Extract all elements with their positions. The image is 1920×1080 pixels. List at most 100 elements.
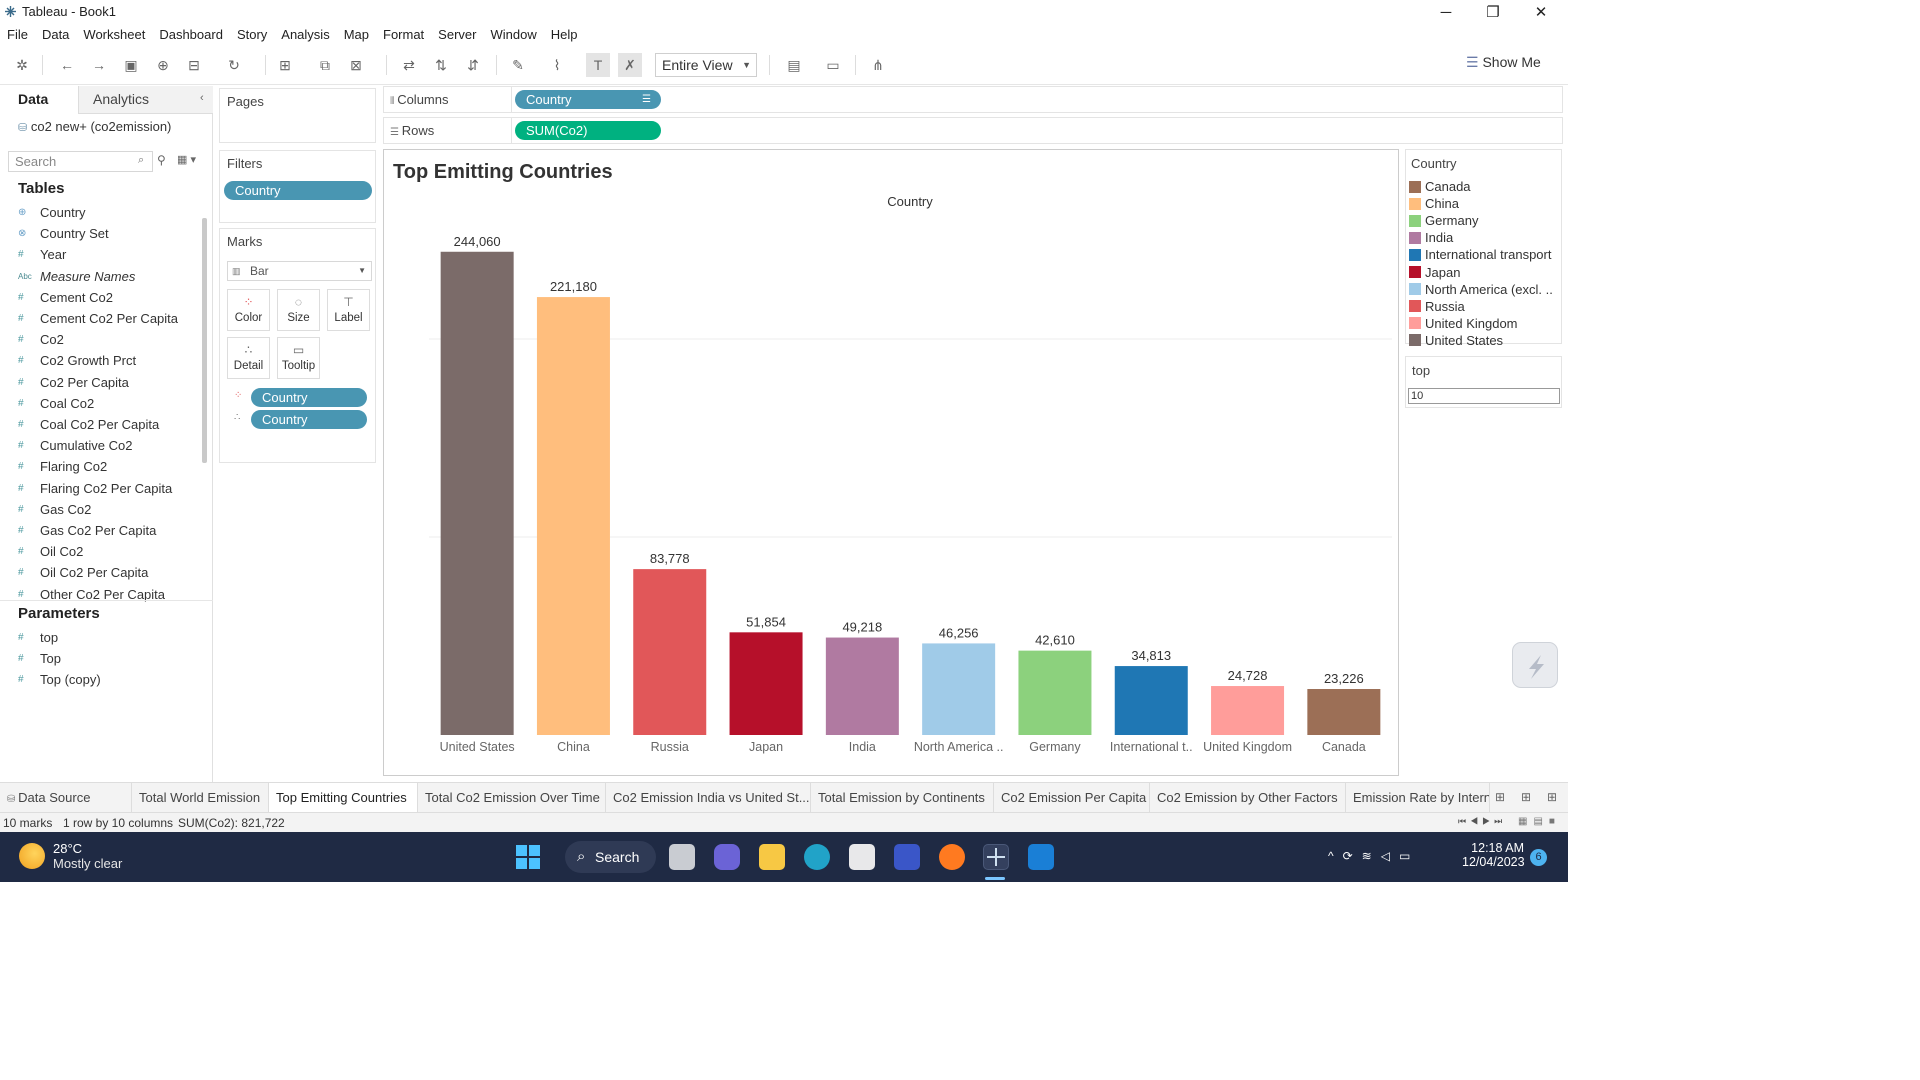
sort-ascending-icon[interactable]: ⇅: [429, 53, 453, 77]
field-item[interactable]: # Year: [18, 244, 66, 265]
field-item[interactable]: # Flaring Co2: [18, 456, 107, 477]
legend-item[interactable]: International transport: [1409, 246, 1551, 263]
tab-total-co2-emission-over-time[interactable]: Total Co2 Emission Over Time: [418, 783, 606, 813]
field-item[interactable]: ⊗ Country Set: [18, 223, 109, 244]
teams-chat-icon[interactable]: [714, 844, 740, 870]
system-tray-icons[interactable]: ^⟳≋◁▭: [1328, 849, 1419, 863]
field-item[interactable]: # Co2 Per Capita: [18, 372, 129, 393]
legend-item[interactable]: China: [1409, 195, 1459, 212]
show-mark-labels-icon[interactable]: T: [586, 53, 610, 77]
show-me-button[interactable]: ☰ Show Me: [1466, 54, 1541, 71]
bar[interactable]: [825, 637, 899, 735]
close-button[interactable]: ✕: [1518, 0, 1564, 24]
menu-worksheet[interactable]: Worksheet: [83, 27, 145, 42]
field-item[interactable]: # Other Co2 Per Capita: [18, 584, 165, 605]
task-view-icon[interactable]: [669, 844, 695, 870]
field-list-scrollbar[interactable]: [202, 218, 207, 463]
bar[interactable]: [1114, 666, 1188, 735]
save-icon[interactable]: ▣: [119, 53, 143, 77]
field-item[interactable]: # Gas Co2: [18, 499, 91, 520]
size-button[interactable]: ◌ Size: [277, 289, 320, 331]
highlight-icon[interactable]: ✎: [506, 53, 530, 77]
legend-item[interactable]: Japan: [1409, 264, 1460, 281]
pause-updates-icon[interactable]: ⊟: [182, 53, 206, 77]
columns-shelf[interactable]: ⦀ Columns Country ☰: [383, 86, 1563, 113]
field-item[interactable]: # Cement Co2: [18, 287, 113, 308]
legend-item[interactable]: Russia: [1409, 298, 1465, 315]
color-button[interactable]: ⁘ Color: [227, 289, 270, 331]
tab-co2-emission-per-capita[interactable]: Co2 Emission Per Capita: [994, 783, 1150, 813]
tab-co2-india-vs-us[interactable]: Co2 Emission India vs United St...: [606, 783, 811, 813]
tab-total-world-emission[interactable]: Total World Emission: [132, 783, 269, 813]
fix-axes-icon[interactable]: ✗: [618, 53, 642, 77]
new-dashboard-icon[interactable]: ⊞: [1521, 790, 1531, 804]
field-item[interactable]: # Coal Co2 Per Capita: [18, 414, 159, 435]
parameter-item[interactable]: # Top (copy): [18, 669, 101, 690]
redo-icon[interactable]: →: [87, 53, 111, 77]
search-input[interactable]: Search: [8, 151, 153, 172]
collapse-pane-icon[interactable]: ‹: [200, 92, 204, 104]
label-button[interactable]: ⊤ Label: [327, 289, 370, 331]
field-item[interactable]: # Cumulative Co2: [18, 435, 133, 456]
view-options-icon[interactable]: ▦ ▾: [177, 153, 196, 166]
new-story-icon[interactable]: ⊞: [1547, 790, 1557, 804]
field-item[interactable]: # Cement Co2 Per Capita: [18, 308, 178, 329]
menu-data[interactable]: Data: [42, 27, 69, 42]
new-worksheet-icon[interactable]: ⊞: [273, 53, 297, 77]
tableau-home-icon[interactable]: ✲: [10, 53, 34, 77]
menu-format[interactable]: Format: [383, 27, 424, 42]
tab-co2-emission-other-factors[interactable]: Co2 Emission by Other Factors: [1150, 783, 1346, 813]
field-item[interactable]: # Co2: [18, 329, 64, 350]
minimize-button[interactable]: ─: [1423, 0, 1469, 24]
edge-browser-icon[interactable]: [804, 844, 830, 870]
group-members-icon[interactable]: ⌇: [545, 53, 569, 77]
menu-analysis[interactable]: Analysis: [281, 27, 329, 42]
sheet-navigation-icons[interactable]: ⏮◀▶⏭: [1458, 816, 1506, 827]
menu-server[interactable]: Server: [438, 27, 476, 42]
bar[interactable]: [729, 632, 803, 735]
mark-type-dropdown[interactable]: ▥ Bar ▼: [227, 261, 372, 281]
duplicate-sheet-icon[interactable]: ⧉: [313, 53, 337, 77]
field-item[interactable]: # Flaring Co2 Per Capita: [18, 478, 172, 499]
bar[interactable]: [1018, 650, 1092, 735]
legend-item[interactable]: India: [1409, 229, 1453, 246]
clear-sheet-icon[interactable]: ⊠: [344, 53, 368, 77]
pages-card[interactable]: Pages: [219, 88, 376, 143]
menu-dashboard[interactable]: Dashboard: [159, 27, 223, 42]
bar[interactable]: [440, 251, 514, 735]
tab-analytics[interactable]: Analytics: [78, 86, 213, 114]
swap-rows-columns-icon[interactable]: ⇄: [397, 53, 421, 77]
menu-story[interactable]: Story: [237, 27, 267, 42]
legend-item[interactable]: United States: [1409, 332, 1503, 349]
sheet-view-icons[interactable]: ▦▤■: [1518, 816, 1561, 827]
filters-card[interactable]: Filters Country: [219, 150, 376, 223]
windows-start-icon[interactable]: [515, 844, 541, 870]
menu-window[interactable]: Window: [490, 27, 536, 42]
field-item[interactable]: # Gas Co2 Per Capita: [18, 520, 156, 541]
taskbar-search[interactable]: ⌕ Search: [565, 841, 656, 873]
fit-dropdown[interactable]: Entire View ▼: [655, 53, 757, 77]
rows-pill-sum-co2[interactable]: SUM(Co2): [515, 121, 661, 140]
columns-pill-country[interactable]: Country ☰: [515, 90, 661, 109]
sort-descending-icon[interactable]: ⇵: [461, 53, 485, 77]
parameter-item[interactable]: # top: [18, 627, 58, 648]
field-item[interactable]: Abc Measure Names: [18, 266, 135, 287]
filter-icon[interactable]: ⚲: [157, 153, 166, 167]
field-item[interactable]: ⊕ Country: [18, 202, 86, 223]
menu-help[interactable]: Help: [551, 27, 578, 42]
show-cards-icon[interactable]: ▤: [782, 53, 806, 77]
bar[interactable]: [536, 297, 610, 735]
tab-emission-rate[interactable]: Emission Rate by Interna: [1346, 783, 1490, 813]
notification-badge[interactable]: 6: [1530, 849, 1547, 866]
rows-shelf[interactable]: ☰ Rows SUM(Co2): [383, 117, 1563, 144]
file-explorer-icon[interactable]: [759, 844, 785, 870]
menu-map[interactable]: Map: [344, 27, 369, 42]
share-icon[interactable]: ⋔: [866, 53, 890, 77]
bar[interactable]: [922, 643, 996, 735]
weather-widget[interactable]: 28°C Mostly clear: [19, 841, 122, 871]
field-item[interactable]: # Oil Co2 Per Capita: [18, 562, 148, 583]
tab-data-source[interactable]: ⛁ Data Source: [0, 783, 132, 813]
presentation-mode-icon[interactable]: ▭: [821, 53, 845, 77]
field-item[interactable]: # Coal Co2: [18, 393, 94, 414]
tooltip-button[interactable]: ▭ Tooltip: [277, 337, 320, 379]
